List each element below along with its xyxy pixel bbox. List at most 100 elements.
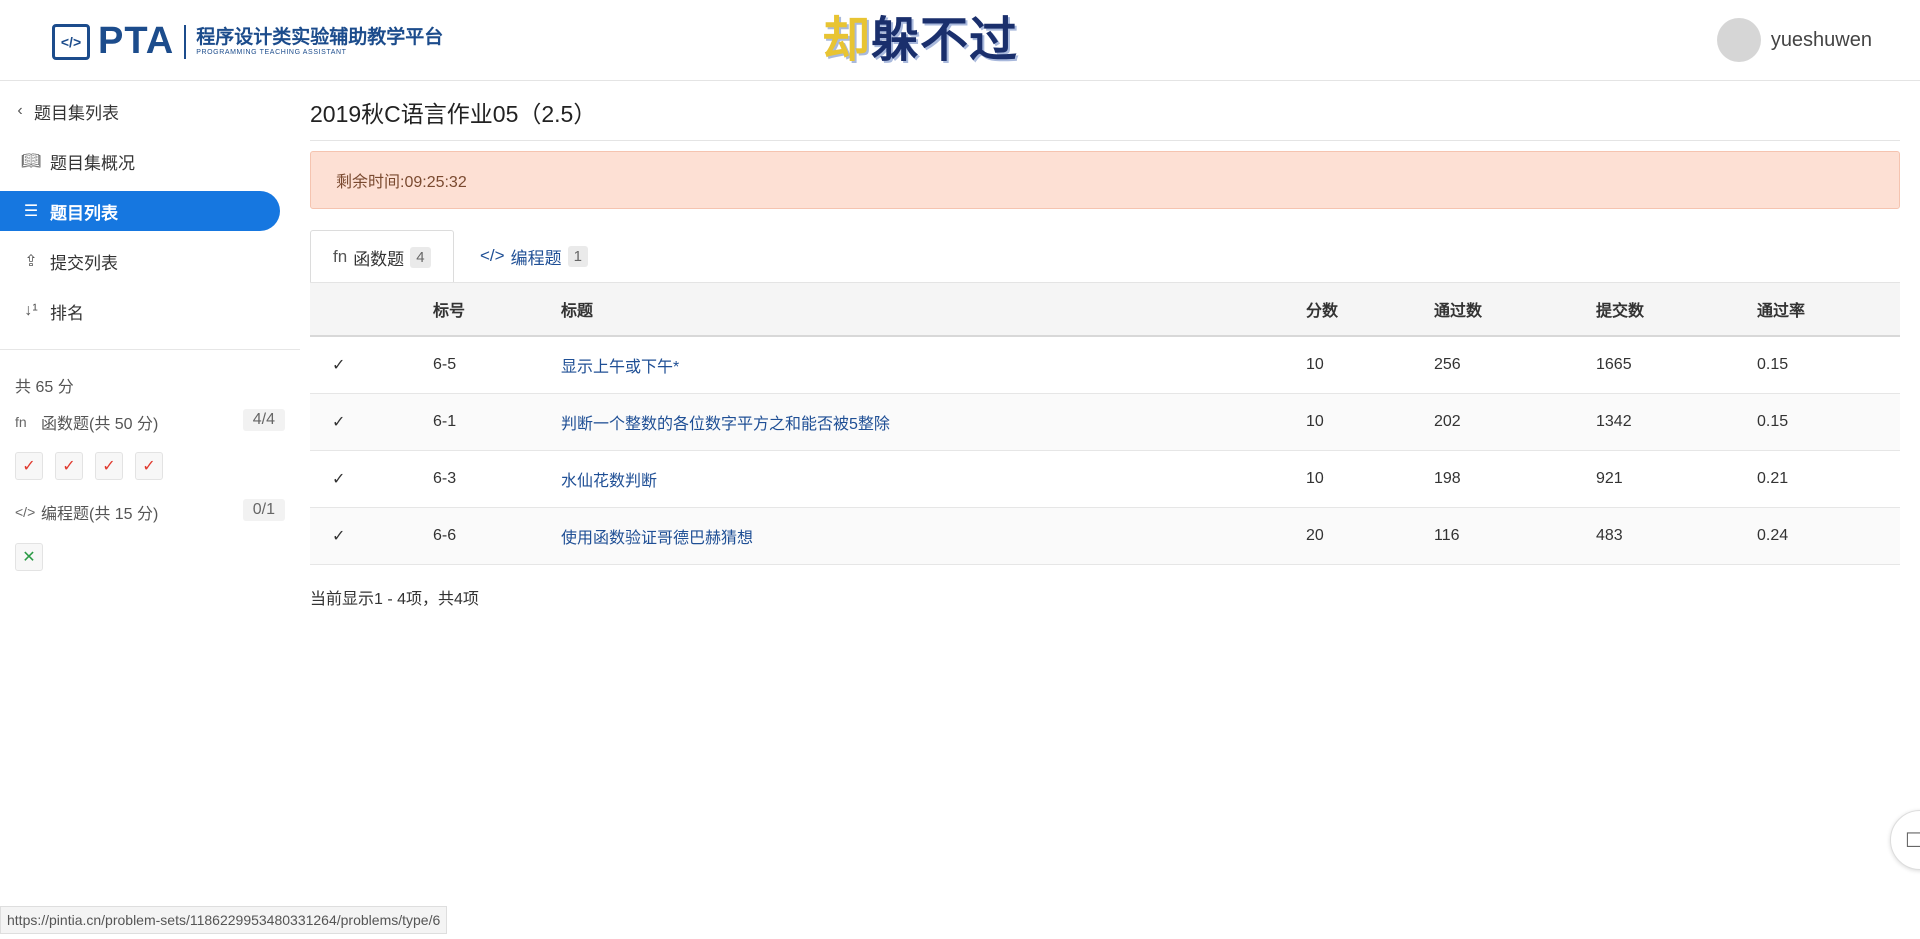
col-passed[interactable]: 通过数	[1433, 282, 1595, 337]
chevron-left-icon: ‹	[17, 102, 23, 119]
logo-cn: 程序设计类实验辅助教学平台	[196, 27, 444, 48]
pagination-info: 当前显示1 - 4项，共4项	[310, 591, 479, 608]
sidebar-item-overview[interactable]: 📖︎ 题目集概况	[0, 141, 280, 181]
problem-pass-rate: 0.24	[1756, 507, 1900, 565]
total-score: 共 65 分	[15, 379, 74, 396]
problem-title-link[interactable]: 判断一个整数的各位数字平方之和能否被5整除	[561, 416, 890, 433]
logo-separator	[184, 24, 187, 59]
back-label: 题目集列表	[34, 103, 119, 123]
sort-numeric-icon: ↓¹	[24, 302, 38, 319]
banner-first-char: 却	[822, 12, 872, 68]
problem-pass-rate: 0.21	[1756, 450, 1900, 508]
tab-count-badge: 1	[567, 245, 588, 267]
function-icon: fn	[333, 247, 348, 266]
code-icon: </>	[15, 504, 36, 520]
back-to-problem-sets[interactable]: ‹ 题目集列表	[0, 91, 280, 131]
col-score[interactable]: 分数	[1305, 282, 1433, 337]
col-title[interactable]: 标题	[560, 282, 1305, 337]
sidebar-item-label: 提交列表	[50, 253, 118, 273]
check-icon: ✓	[310, 450, 432, 508]
username: yueshuwen	[1770, 28, 1872, 51]
col-submitted[interactable]: 提交数	[1595, 282, 1756, 337]
col-pass-rate[interactable]: 通过率	[1756, 282, 1900, 337]
problem-table: 标号 标题 分数 通过数 提交数 通过率 ✓ 6-5 显示上午或下午* 10 2…	[310, 282, 1900, 565]
group-function-problems: fn 函数题(共 50 分) 4/4	[15, 407, 285, 437]
code-icon: </>	[480, 246, 505, 265]
col-id[interactable]: 标号	[432, 282, 560, 337]
problem-title-link[interactable]: 使用函数验证哥德巴赫猜想	[561, 530, 753, 547]
avatar[interactable]	[1716, 18, 1761, 62]
table-row[interactable]: ✓ 6-3 水仙花数判断 10 198 921 0.21	[310, 450, 1900, 508]
problem-submitted: 1665	[1595, 336, 1756, 394]
group-label: 函数题(共 50 分)	[41, 416, 159, 433]
problem-passed: 202	[1433, 393, 1595, 451]
problem-pass-rate: 0.15	[1756, 336, 1900, 394]
check-icon: ✓	[310, 507, 432, 565]
problem-score: 20	[1305, 507, 1433, 565]
problem-passed: 198	[1433, 450, 1595, 508]
tab-label: 编程题	[510, 248, 562, 268]
page-title: 2019秋C语言作业05（2.5）	[310, 101, 597, 127]
top-header: </> PTA 程序设计类实验辅助教学平台 PROGRAMMING TEACHI…	[0, 0, 1920, 81]
tab-programming-problems[interactable]: </> 编程题 1	[458, 230, 610, 282]
sidebar-divider	[0, 349, 300, 350]
code-logo-icon: </>	[52, 23, 90, 60]
problem-score: 10	[1305, 450, 1433, 508]
check-icon: ✓	[310, 393, 432, 451]
problem-type-tabs: fn 函数题 4 </> 编程题 1	[310, 230, 1900, 283]
remaining-time-alert: 剩余时间:09:25:32	[310, 151, 1900, 209]
problem-score: 10	[1305, 336, 1433, 394]
problem-title-cell: 使用函数验证哥德巴赫猜想	[560, 507, 1305, 565]
problem-title-cell: 显示上午或下午*	[560, 336, 1305, 394]
pta-logo[interactable]: </> PTA 程序设计类实验辅助教学平台 PROGRAMMING TEACHI…	[52, 20, 443, 63]
problem-submitted: 1342	[1595, 393, 1756, 451]
problem-status-cross[interactable]: ✕	[15, 543, 43, 571]
list-icon: ☰	[23, 203, 39, 220]
programming-problem-marks: ✕	[15, 543, 55, 571]
tab-label: 函数题	[353, 249, 405, 269]
header-banner: 却躲不过	[822, 0, 1018, 70]
problem-status-check[interactable]: ✓	[15, 452, 43, 480]
sidebar-item-label: 题目集概况	[50, 153, 135, 173]
problem-status-check[interactable]: ✓	[95, 452, 123, 480]
function-problem-marks: ✓ ✓ ✓ ✓	[15, 452, 175, 480]
problem-passed: 116	[1433, 507, 1595, 565]
sidebar-item-ranking[interactable]: ↓¹ 排名	[0, 291, 280, 331]
problem-status-check[interactable]: ✓	[55, 452, 83, 480]
upload-icon: ⇪	[24, 253, 38, 270]
banner-rest: 躲不过	[871, 12, 1019, 68]
table-row[interactable]: ✓ 6-6 使用函数验证哥德巴赫猜想 20 116 483 0.24	[310, 507, 1900, 565]
tab-function-problems[interactable]: fn 函数题 4	[310, 230, 454, 283]
group-label: 编程题(共 15 分)	[41, 506, 159, 523]
table-row[interactable]: ✓ 6-1 判断一个整数的各位数字平方之和能否被5整除 10 202 1342 …	[310, 393, 1900, 451]
problem-title-link[interactable]: 水仙花数判断	[561, 473, 657, 490]
problem-id: 6-1	[432, 393, 560, 451]
problem-submitted: 483	[1595, 507, 1756, 565]
user-menu[interactable]: yueshuwen	[1716, 18, 1872, 62]
title-divider	[310, 140, 1900, 141]
sidebar-item-label: 题目列表	[50, 203, 118, 223]
problem-title-link[interactable]: 显示上午或下午*	[561, 359, 679, 376]
col-status	[310, 282, 432, 337]
problem-status-check[interactable]: ✓	[135, 452, 163, 480]
table-row[interactable]: ✓ 6-5 显示上午或下午* 10 256 1665 0.15	[310, 336, 1900, 394]
logo-text: 程序设计类实验辅助教学平台 PROGRAMMING TEACHING ASSIS…	[196, 27, 443, 56]
problem-title-cell: 判断一个整数的各位数字平方之和能否被5整除	[560, 393, 1305, 451]
problem-passed: 256	[1433, 336, 1595, 394]
sidebar-item-problem-list[interactable]: ☰ 题目列表	[0, 191, 280, 231]
function-icon: fn	[15, 414, 27, 430]
group-programming-problems: </> 编程题(共 15 分) 0/1	[15, 497, 285, 527]
feedback-icon[interactable]: ☐	[1890, 810, 1920, 870]
check-icon: ✓	[310, 336, 432, 394]
group-count: 0/1	[242, 499, 285, 521]
logo-name: PTA	[98, 20, 175, 62]
sidebar-item-submissions[interactable]: ⇪ 提交列表	[0, 241, 280, 281]
group-count: 4/4	[242, 409, 285, 431]
problem-id: 6-5	[432, 336, 560, 394]
logo-en: PROGRAMMING TEACHING ASSISTANT	[196, 49, 347, 56]
problem-submitted: 921	[1595, 450, 1756, 508]
browser-status-url: https://pintia.cn/problem-sets/118622995…	[0, 906, 448, 934]
problem-pass-rate: 0.15	[1756, 393, 1900, 451]
sidebar: ‹ 题目集列表 📖︎ 题目集概况 ☰ 题目列表 ⇪ 提交列表 ↓¹ 排名 共 6…	[0, 81, 300, 881]
tab-count-badge: 4	[410, 246, 431, 268]
